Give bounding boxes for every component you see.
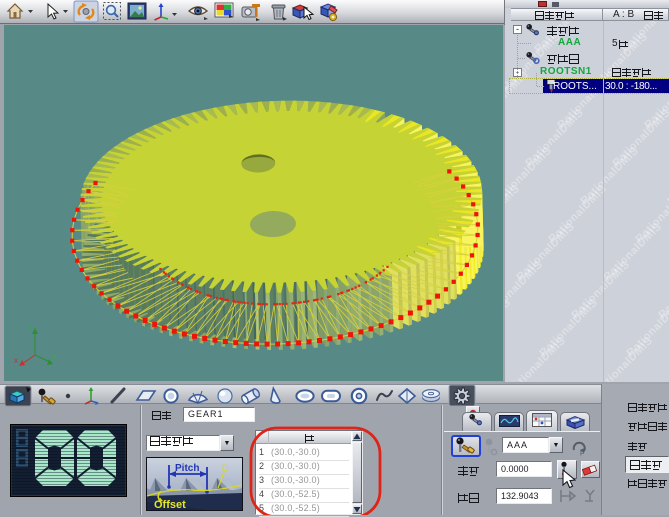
svg-text:Pitch: Pitch bbox=[175, 463, 199, 474]
svg-text:Offset: Offset bbox=[154, 499, 186, 510]
svg-text:y: y bbox=[52, 352, 56, 361]
svg-text:p: p bbox=[580, 447, 585, 456]
svg-text:x: x bbox=[14, 356, 18, 365]
svg-text:D: D bbox=[222, 463, 229, 473]
svg-text:z: z bbox=[29, 323, 33, 332]
